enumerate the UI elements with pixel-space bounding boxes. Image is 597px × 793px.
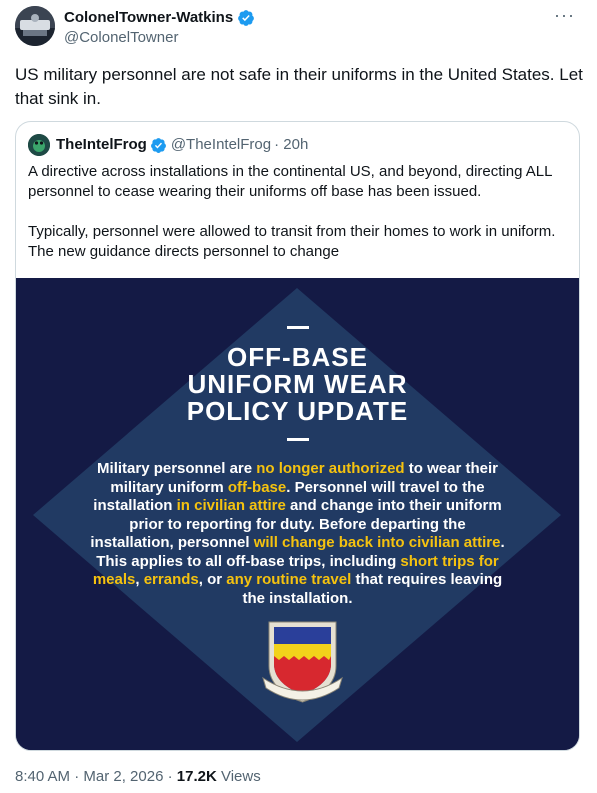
poster-top-divider xyxy=(286,326,309,329)
quoted-paragraph: Typically, personnel were allowed to tra… xyxy=(28,223,556,260)
quoted-tweet-header: TheIntelFrog @TheIntelFrog · 20h xyxy=(28,134,308,156)
author-name[interactable]: ColonelTowner-Watkins xyxy=(64,9,255,27)
author-display-name[interactable]: ColonelTowner-Watkins xyxy=(64,9,233,27)
author-handle[interactable]: @ColonelTowner xyxy=(64,29,178,47)
verified-badge-icon xyxy=(237,9,255,27)
poster-title-line: UNIFORM WEAR xyxy=(187,369,408,399)
poster-highlight-text: no longer authorized xyxy=(256,460,405,477)
quoted-author-avatar[interactable] xyxy=(28,134,50,156)
quoted-tweet[interactable]: TheIntelFrog @TheIntelFrog · 20h A direc… xyxy=(15,121,580,751)
quoted-author-handle[interactable]: @TheIntelFrog xyxy=(171,135,271,155)
quoted-paragraph: A directive across installations in the … xyxy=(28,163,552,200)
unit-emblem xyxy=(259,618,346,705)
poster-title-line: OFF-BASE xyxy=(227,342,368,372)
poster-highlight-text: any routine travel xyxy=(226,571,352,588)
views-count: 17.2K xyxy=(176,768,217,785)
poster-title-line: POLICY UPDATE xyxy=(186,396,409,426)
poster-highlight-text: will change back into civilian attire xyxy=(253,534,501,551)
poster-body-segment: , or xyxy=(198,571,227,588)
poster-highlight-text: in civilian attire xyxy=(176,497,286,514)
poster-body-text: Military personnel are no longer authori… xyxy=(86,460,509,608)
meta-separator: · xyxy=(163,768,177,785)
quoted-tweet-text: A directive across installations in the … xyxy=(28,162,563,282)
author-avatar[interactable] xyxy=(15,6,55,46)
verified-badge-icon xyxy=(150,137,167,154)
quoted-tweet-age[interactable]: · 20h xyxy=(274,135,308,155)
tweet-timestamp[interactable]: 8:40 AM · Mar 2, 2026 xyxy=(15,768,163,785)
policy-poster-image[interactable]: OFF-BASE UNIFORM WEAR POLICY UPDATE Mili… xyxy=(16,278,579,750)
poster-title: OFF-BASE UNIFORM WEAR POLICY UPDATE xyxy=(16,344,579,425)
poster-bottom-divider xyxy=(286,438,309,441)
tweet-text: US military personnel are not safe in th… xyxy=(15,65,583,108)
poster-highlight-text: off-base xyxy=(227,478,287,496)
tweet-meta: 8:40 AM · Mar 2, 2026 · 17.2K Views xyxy=(15,768,261,786)
views-label: Views xyxy=(216,768,261,785)
poster-highlight-text: errands xyxy=(143,571,199,588)
quoted-author-name[interactable]: TheIntelFrog xyxy=(56,135,147,155)
more-icon[interactable]: ··· xyxy=(554,6,575,24)
poster-body-segment: Military personnel are xyxy=(97,460,257,477)
poster-body-segment: , xyxy=(135,571,144,588)
